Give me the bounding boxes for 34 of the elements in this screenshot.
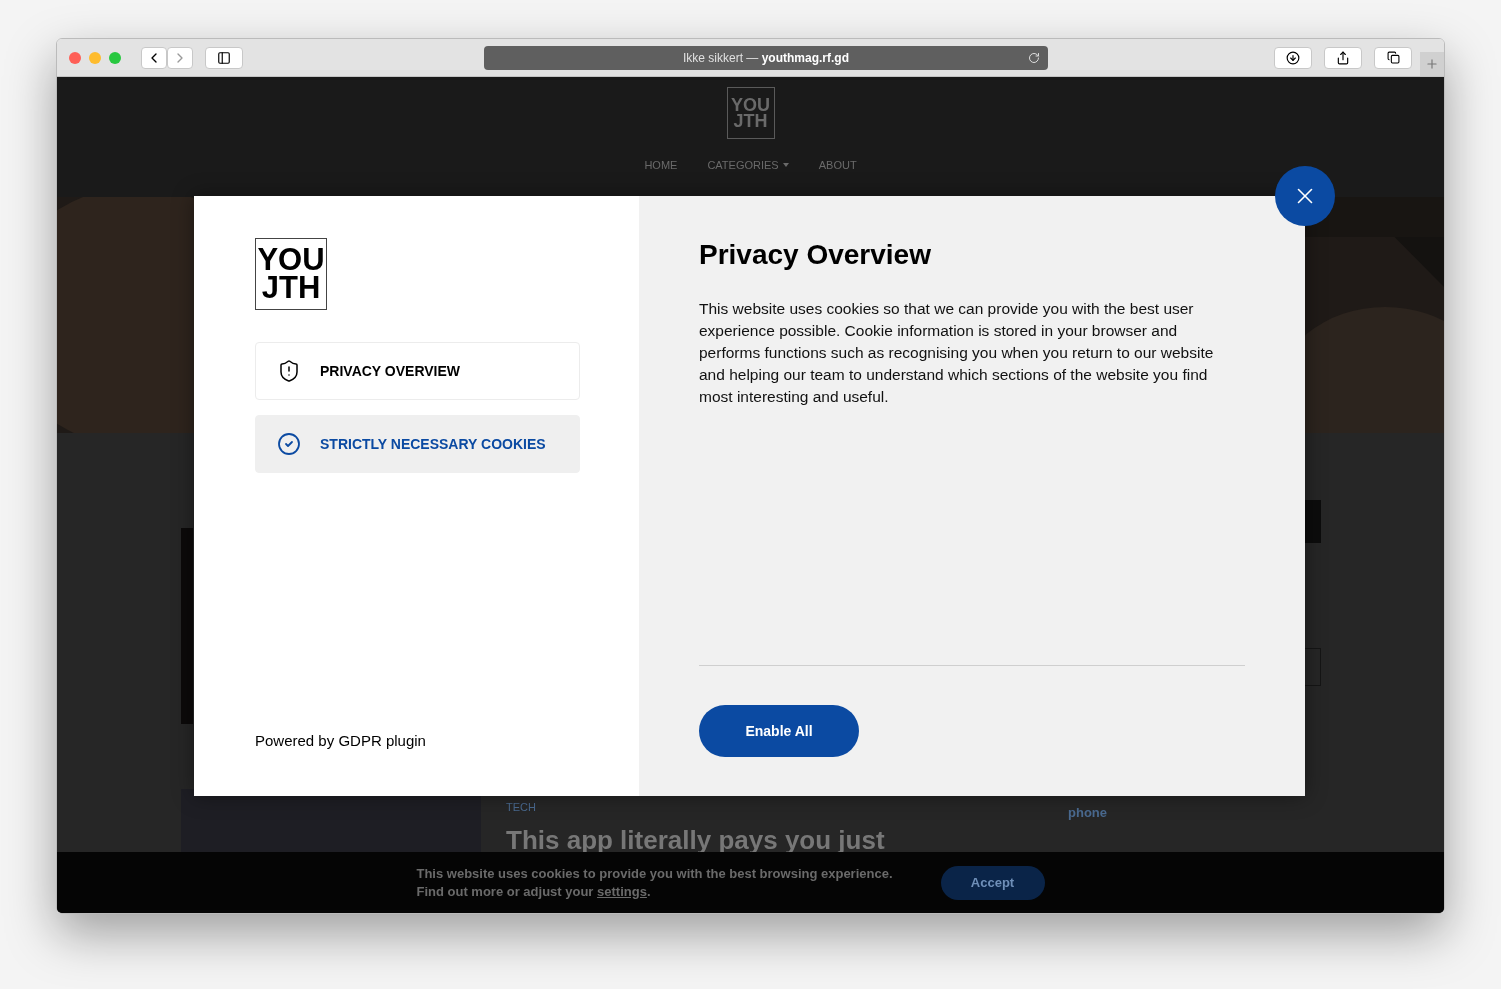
check-circle-icon <box>277 432 301 456</box>
close-window-icon[interactable] <box>69 51 81 64</box>
cookie-notice-text: This website uses cookies to provide you with the best browsing experience. Find out more or adjust your settings. <box>416 864 893 901</box>
sidebar-tab[interactable]: PRIVACY OVERVIEW <box>255 342 580 400</box>
shield-icon <box>277 359 301 383</box>
reload-icon[interactable] <box>1028 51 1040 64</box>
address-bar[interactable]: Ikke sikkert — youthmag.rf.gd <box>484 45 1048 70</box>
address-text: Ikke sikkert — youthmag.rf.gd <box>683 49 849 67</box>
sidebar-tab[interactable]: STRICTLY NECESSARY COOKIES <box>255 415 580 473</box>
nav-link[interactable]: CATEGORIES <box>707 157 789 174</box>
modal-title: Privacy Overview <box>699 238 932 272</box>
download-button[interactable] <box>1274 46 1312 69</box>
plus-icon <box>1425 56 1439 71</box>
sidebar-icon <box>217 50 231 65</box>
caret-icon <box>782 163 789 168</box>
article-title: This app literally pays you just <box>506 824 885 857</box>
back-button[interactable] <box>141 46 167 69</box>
youth-logo: YOU JTH <box>726 87 775 139</box>
enable-all-button[interactable]: Enable All <box>699 705 859 757</box>
sidebar-text: phone <box>1068 804 1107 822</box>
download-icon <box>1286 50 1300 65</box>
sidebar-button[interactable] <box>205 46 243 69</box>
settings-link[interactable]: settings <box>597 883 647 899</box>
accept-button[interactable]: Accept <box>940 865 1045 900</box>
nav-link[interactable]: HOME <box>644 157 678 174</box>
article-category: TECH <box>506 800 536 815</box>
privacy-description: This website uses cookies so that we can provide you with the best user experience possible. Cookie information is stored in your browser and performs functions such as recognising you when you return to our website and helping our team to understand which sections of the website you find most interesting and useful. <box>699 299 1214 407</box>
nav-link[interactable]: ABOUT <box>818 157 857 174</box>
powered-by-text: Powered by GDPR plugin <box>255 730 427 751</box>
tabs-button[interactable] <box>1374 46 1412 69</box>
youth-logo: YOU JTH <box>255 238 327 310</box>
share-button[interactable] <box>1324 46 1362 69</box>
tabs-icon <box>1386 51 1400 64</box>
share-icon <box>1336 50 1350 65</box>
